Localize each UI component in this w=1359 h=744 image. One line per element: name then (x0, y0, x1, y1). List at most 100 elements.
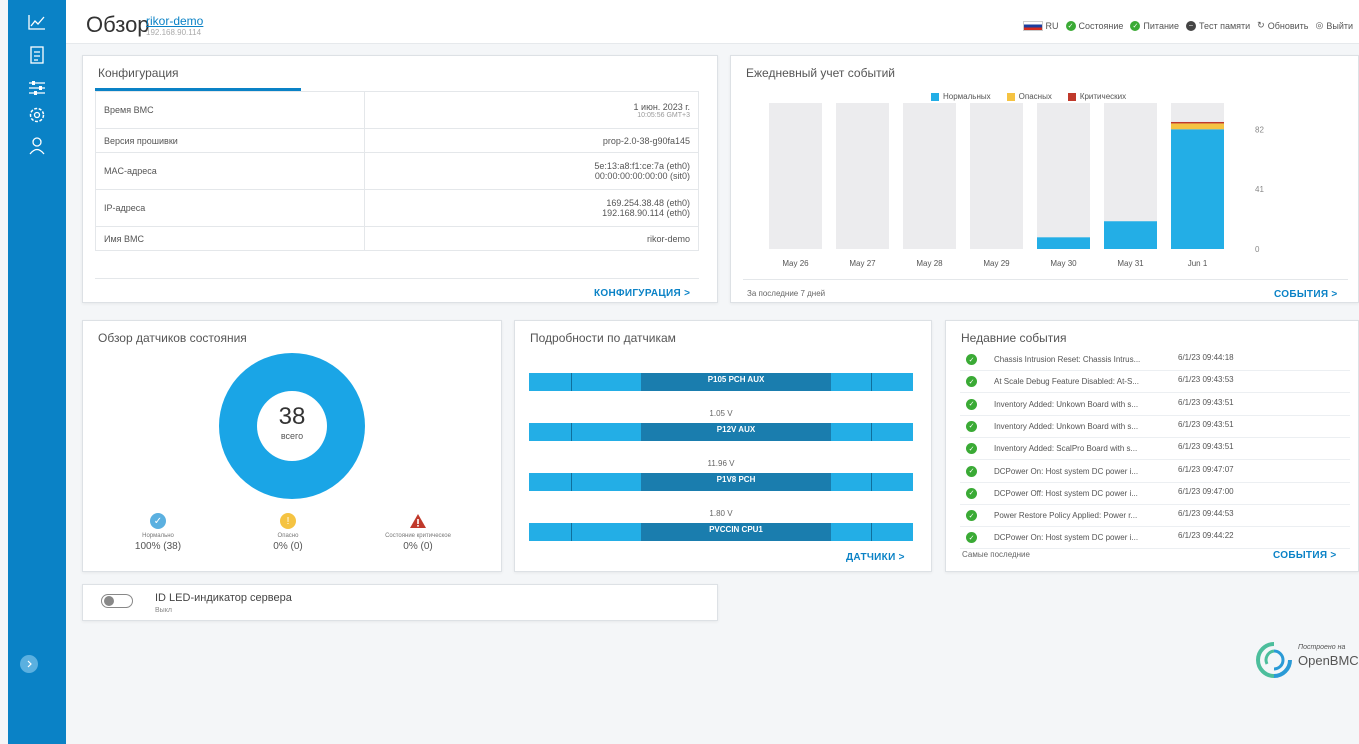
status-name: Состояние критическое (385, 533, 451, 539)
status-indicator[interactable]: ✓ Состояние (1065, 20, 1124, 31)
list-item[interactable]: ✓ Inventory Added: Unkown Board with s...… (960, 394, 1350, 416)
chart-icon[interactable] (27, 12, 47, 32)
list-item[interactable]: ✓ DCPower On: Host system DC power i... 6/… (960, 461, 1350, 483)
event-text: DCPower On: Host system DC power i... (994, 466, 1139, 476)
y-tick-label: 82 (1255, 125, 1264, 134)
logout-button[interactable]: ◎ Выйти (1315, 20, 1353, 31)
expand-sidebar-icon[interactable] (20, 655, 38, 673)
sensors-link[interactable]: ДАТЧИКИ > (846, 552, 905, 563)
y-tick-label: 0 (1255, 245, 1260, 254)
status-name: Опасно (277, 533, 299, 539)
led-state: Выкл (155, 607, 172, 614)
config-link[interactable]: КОНФИГУРАЦИЯ > (594, 288, 690, 299)
list-item[interactable]: ✓ Chassis Intrusion Reset: Chassis Intrus… (960, 349, 1350, 371)
header: Обзор rikor-demo 192.168.90.114 RU ✓ Сос… (66, 0, 1359, 44)
check-icon: ✓ (966, 465, 977, 477)
table-row: MAC-адреса 5e:13:a8:f1:ce:7a (eth0) 00:00… (94, 152, 699, 190)
sensor-bar[interactable]: P12V AUX (529, 423, 913, 441)
status-count: 0% (0) (403, 541, 433, 552)
events-link[interactable]: СОБЫТИЯ > (1274, 289, 1338, 300)
check-icon: ✓ (1130, 20, 1141, 31)
power-indicator[interactable]: ✓ Питание (1130, 20, 1179, 31)
list-item[interactable]: ✓ DCPower On: Host system DC power i... 6/… (960, 527, 1350, 550)
y-tick-label: 41 (1255, 185, 1264, 194)
config-card: Конфигурация Время BMC 1 июн. 2023 г. 10:… (82, 55, 718, 303)
language-label: RU (1045, 20, 1059, 31)
chart-footer: За последние 7 дней (747, 289, 826, 298)
openbmc-logo: Построено на OpenBMC (1254, 640, 1359, 685)
language-selector[interactable]: RU (1022, 20, 1059, 31)
check-icon: ✓ (966, 487, 977, 499)
check-icon: ✓ (150, 513, 166, 529)
check-icon: ✓ (966, 376, 977, 388)
event-text: DCPower On: Host system DC power i... (994, 533, 1139, 543)
event-time: 6/1/23 09:44:53 (1178, 509, 1234, 519)
led-toggle[interactable] (101, 594, 133, 608)
check-icon: ✓ (966, 354, 977, 365)
sensor-total: 38 (278, 403, 306, 430)
host-name-link[interactable]: rikor-demo (146, 14, 203, 28)
list-item[interactable]: ✓ At Scale Debug Feature Disabled: At-S..… (960, 371, 1350, 394)
bar-normal[interactable] (1104, 221, 1157, 249)
event-time: 6/1/23 09:43:51 (1178, 442, 1234, 452)
recent-events-card: Недавние события ✓ Chassis Intrusion Rese… (945, 320, 1359, 572)
recent-events-link[interactable]: СОБЫТИЯ > (1273, 550, 1337, 561)
event-text: DCPower Off: Host system DC power i... (994, 488, 1138, 498)
x-tick-label: May 30 (1050, 259, 1077, 268)
status-critical: Состояние критическое 0% (0) (363, 513, 473, 552)
exclamation-icon: ! (280, 513, 296, 529)
events-footer: Самые последние (962, 550, 1030, 559)
sensor-bar[interactable]: PVCCIN CPU1 (529, 523, 913, 541)
status-normal: ✓ Нормально 100% (38) (103, 513, 213, 552)
bar-warning[interactable] (1171, 123, 1224, 130)
bar-critical[interactable] (1171, 121, 1224, 124)
sensor-bar[interactable]: P105 PCH AUX (529, 373, 913, 391)
user-icon[interactable] (27, 136, 47, 156)
table-row: IP-адреса 169.254.38.48 (eth0) 192.168.90… (94, 189, 699, 227)
openbmc-logo-icon (1256, 642, 1292, 678)
table-row: Время BMC 1 июн. 2023 г. 10:05:56 GMT+3 (94, 91, 699, 129)
status-count: 0% (0) (273, 541, 303, 552)
minus-icon: – (1185, 20, 1196, 31)
status-warning: ! Опасно 0% (0) (233, 513, 343, 552)
config-table: Время BMC 1 июн. 2023 г. 10:05:56 GMT+3 В… (94, 91, 699, 251)
donut-center: 38 всего (257, 391, 327, 461)
page-title: Обзор (86, 12, 150, 37)
refresh-icon: ↻ (1257, 20, 1265, 30)
list-item[interactable]: ✓ Inventory Added: Unkown Board with s...… (960, 416, 1350, 438)
event-text: At Scale Debug Feature Disabled: At-S... (994, 377, 1139, 387)
x-tick-label: May 26 (782, 259, 809, 268)
sensor-value: 1.80 V (709, 509, 733, 518)
config-title: Конфигурация (98, 66, 179, 80)
check-icon: ✓ (1065, 20, 1076, 31)
event-time: 6/1/23 09:43:53 (1178, 375, 1234, 385)
refresh-button[interactable]: ↻ Обновить (1257, 20, 1308, 31)
list-icon[interactable] (27, 45, 47, 65)
divider (95, 278, 699, 279)
sliders-icon[interactable] (27, 78, 47, 98)
sensor-overview-title: Обзор датчиков состояния (98, 331, 247, 345)
memtest-indicator[interactable]: – Тест памяти (1185, 20, 1250, 31)
list-item[interactable]: ✓ Inventory Added: ScalPro Board with s..… (960, 438, 1350, 461)
config-value: prop-2.0-38-g90fa145 (364, 128, 699, 153)
bar-normal[interactable] (1037, 237, 1090, 249)
event-text: Inventory Added: Unkown Board with s... (994, 421, 1139, 431)
x-tick-label: May 29 (983, 259, 1010, 268)
gear-icon[interactable] (27, 105, 47, 125)
led-title: ID LED-индикатор сервера (155, 592, 292, 604)
bar-normal[interactable] (1171, 129, 1224, 249)
recent-events-title: Недавние события (961, 331, 1067, 345)
event-time: 6/1/23 09:47:07 (1178, 464, 1234, 474)
event-time: 6/1/23 09:43:51 (1178, 397, 1234, 407)
list-item[interactable]: ✓ DCPower Off: Host system DC power i... 6… (960, 483, 1350, 505)
config-label: IP-адреса (94, 189, 366, 227)
list-item[interactable]: ✓ Power Restore Policy Applied: Power r..… (960, 505, 1350, 528)
sensor-name: PVCCIN CPU1 (641, 523, 831, 541)
sensor-value: 1.05 V (709, 409, 733, 418)
status-label: Состояние (1078, 20, 1124, 31)
logo-tagline: Построено на (1298, 644, 1346, 651)
sensor-bar[interactable]: P1V8 PCH (529, 473, 913, 491)
check-icon: ✓ (966, 420, 977, 432)
bar-background (1037, 103, 1090, 249)
config-label: Имя BMC (94, 226, 366, 251)
